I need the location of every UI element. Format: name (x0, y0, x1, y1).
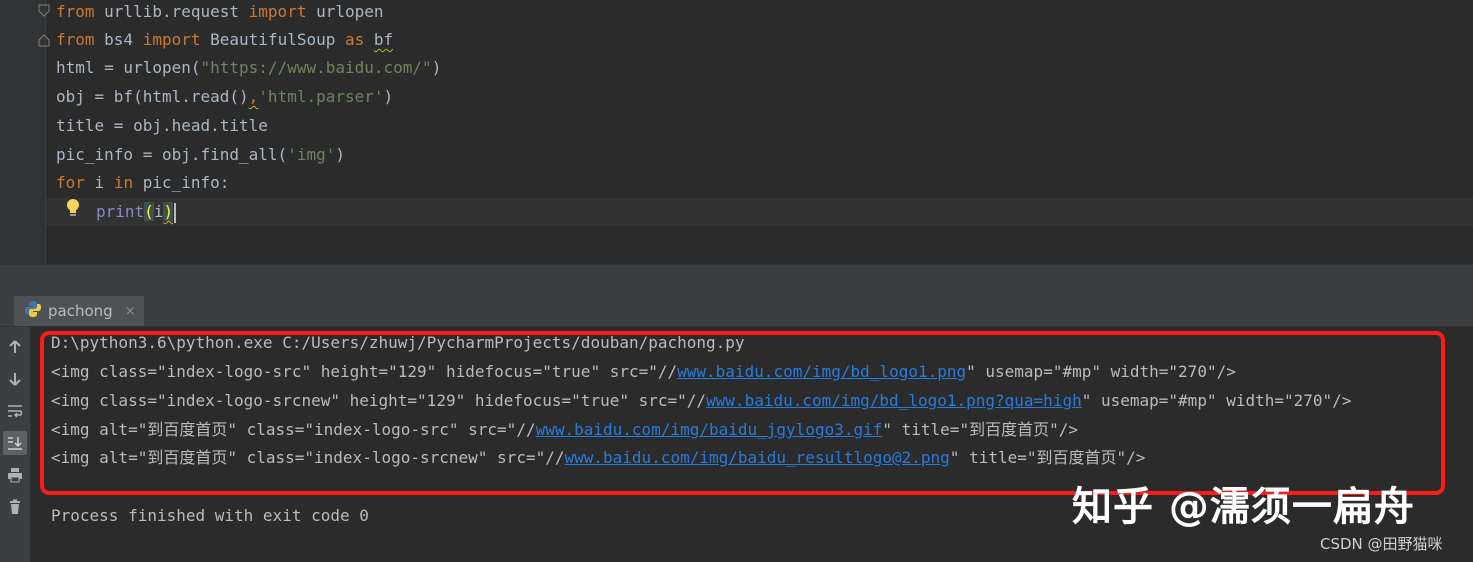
keyword: in (113, 173, 134, 192)
close-icon[interactable]: × (125, 304, 136, 319)
matched-paren: ) (163, 202, 174, 221)
python-icon (24, 300, 42, 322)
code-editor[interactable]: from urllib.request import urlopen from … (0, 0, 1473, 264)
code-text: ) (431, 58, 442, 77)
keyword: as (345, 30, 365, 49)
keyword: for (56, 173, 85, 192)
annotation-highlight-box (40, 331, 1445, 495)
code-line-3[interactable]: html = urlopen("https://www.baidu.com/") (56, 54, 441, 82)
matched-paren: ( (144, 202, 154, 221)
code-text: ) (383, 87, 394, 106)
process-exit-message: Process finished with exit code 0 (51, 506, 369, 525)
code-text: pic_info = obj.find_all( (56, 145, 288, 164)
run-toolbar (0, 327, 31, 562)
soft-wrap-icon[interactable] (3, 399, 27, 423)
zhihu-watermark: 知乎 @濡须一扁舟 (1072, 484, 1415, 530)
arrow-down-icon[interactable] (3, 367, 27, 391)
code-text: bs4 (94, 30, 143, 49)
tab-label: pachong (48, 302, 113, 320)
code-text: ) (335, 145, 345, 164)
fold-end-icon[interactable] (37, 33, 51, 47)
caret-line-highlight (46, 198, 1473, 226)
code-alias-warning: bf (373, 30, 394, 49)
keyword: from (56, 30, 95, 49)
code-line-7[interactable]: for i in pic_info: (56, 169, 229, 197)
keyword: from (56, 2, 95, 21)
code-line-1[interactable]: from urllib.request import urlopen (56, 0, 384, 26)
intention-bulb-icon[interactable] (64, 197, 82, 219)
string-literal: "https://www.baidu.com/" (200, 58, 432, 77)
code-line-8[interactable]: print(i) (96, 198, 177, 226)
code-text: obj = bf(html.read() (56, 87, 249, 106)
trash-icon[interactable] (3, 495, 27, 519)
code-text: urlopen (306, 2, 384, 21)
code-text: i (84, 173, 114, 192)
arrow-up-icon[interactable] (3, 335, 27, 359)
code-text: title = obj.head.title (56, 116, 268, 135)
panel-separator[interactable] (0, 264, 1473, 297)
builtin-function: print (96, 202, 145, 221)
print-icon[interactable] (3, 463, 27, 487)
tab-pachong[interactable]: pachong × (14, 296, 144, 326)
code-text: i (153, 202, 164, 221)
run-tab-bar: pachong × (0, 296, 1473, 327)
keyword: import (248, 2, 307, 21)
code-text: pic_info: (133, 173, 230, 192)
string-literal: 'html.parser' (258, 87, 384, 106)
csdn-watermark: CSDN @田野猫咪 (1320, 535, 1443, 553)
scroll-to-end-icon[interactable] (3, 431, 27, 455)
fold-start-icon[interactable] (37, 4, 51, 18)
code-text: BeautifulSoup (200, 30, 345, 49)
code-text: urllib.request (94, 2, 249, 21)
code-line-5[interactable]: title = obj.head.title (56, 112, 268, 140)
string-literal: 'img' (287, 145, 336, 164)
code-line-2[interactable]: from bs4 import BeautifulSoup as bf (56, 26, 393, 54)
keyword: import (142, 30, 201, 49)
code-line-4[interactable]: obj = bf(html.read(),'html.parser') (56, 83, 393, 111)
code-line-6[interactable]: pic_info = obj.find_all('img') (56, 141, 345, 169)
code-text: html = urlopen( (56, 58, 201, 77)
text-cursor (174, 202, 177, 223)
comma-warning: , (248, 87, 259, 106)
